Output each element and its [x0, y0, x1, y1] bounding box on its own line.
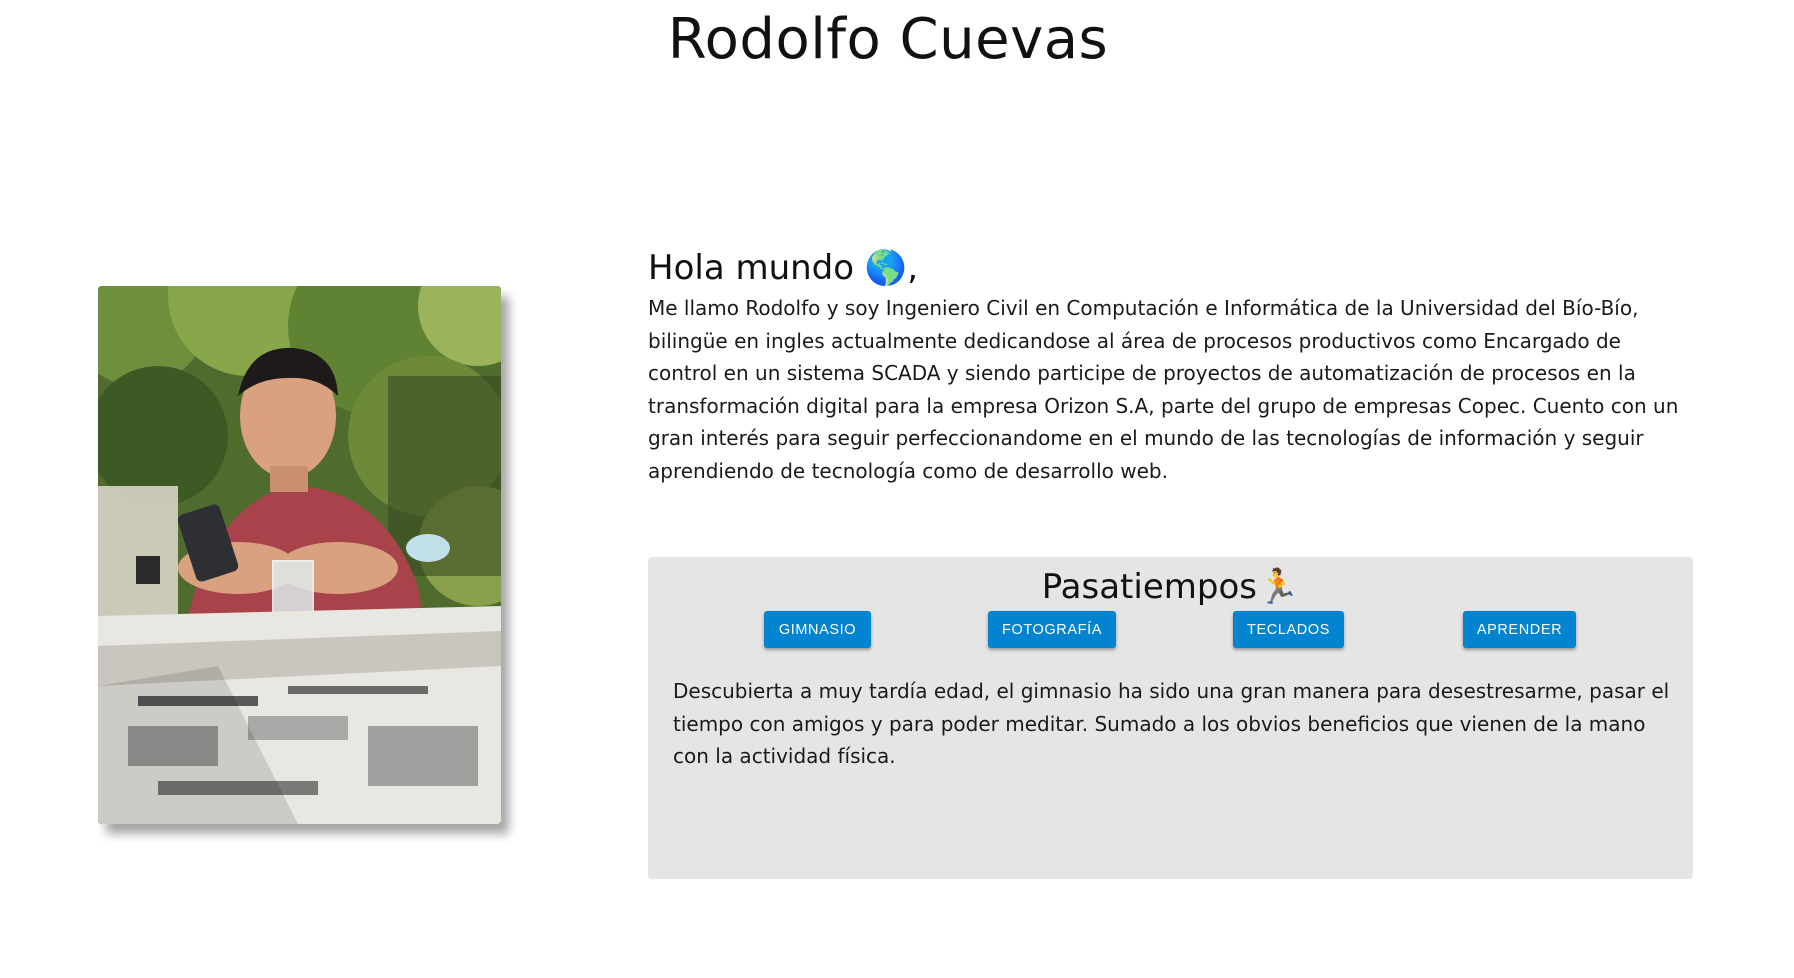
- teclados-button[interactable]: Teclados: [1233, 611, 1344, 648]
- hobbies-panel: Pasatiempos🏃 Gimnasio Fotografía Teclado…: [648, 557, 1693, 879]
- hobbies-title: Pasatiempos🏃: [1041, 567, 1300, 607]
- hobby-description: Descubierta a muy tardía edad, el gimnas…: [673, 679, 1670, 768]
- intro-heading: Hola mundo 🌎,: [648, 248, 919, 288]
- gimnasio-button[interactable]: Gimnasio: [764, 611, 871, 648]
- intro-section: Hola mundo 🌎, Me llamo Rodolfo y soy Ing…: [648, 244, 1688, 487]
- intro-body: Me llamo Rodolfo y soy Ingeniero Civil e…: [648, 296, 1679, 483]
- profile-photo: [98, 286, 501, 824]
- page-title: Rodolfo Cuevas: [667, 7, 1109, 72]
- page: Rodolfo Cuevas Hola mundo 🌎, Me llamo Ro…: [0, 0, 1794, 978]
- fotografia-button[interactable]: Fotografía: [988, 611, 1116, 648]
- aprender-button[interactable]: Aprender: [1463, 611, 1576, 648]
